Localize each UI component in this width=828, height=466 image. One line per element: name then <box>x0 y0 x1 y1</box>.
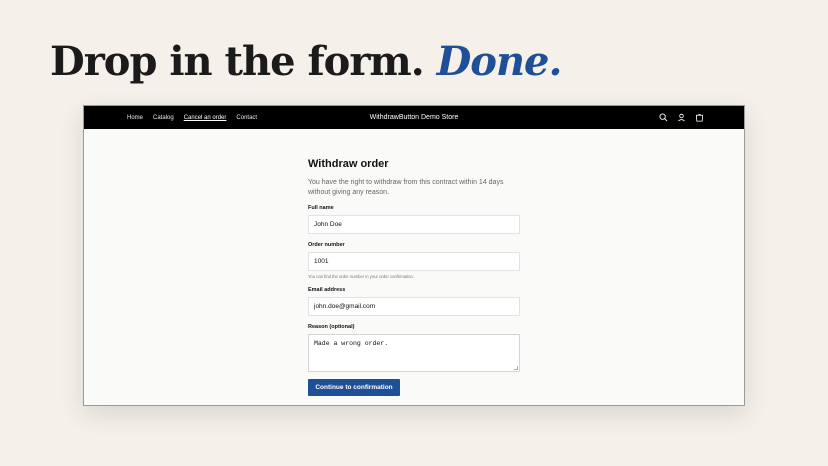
resize-handle-icon[interactable] <box>514 366 518 370</box>
email-label: Email address <box>308 287 346 293</box>
store-title[interactable]: WithdrawButton Demo Store <box>84 106 744 129</box>
full-name-input[interactable]: John Doe <box>308 215 520 234</box>
form-title: Withdraw order <box>308 158 389 170</box>
email-input[interactable]: john.doe@gmail.com <box>308 297 520 316</box>
withdraw-form: Withdraw order You have the right to wit… <box>308 158 522 396</box>
headline-main: Drop in the form. <box>50 38 437 85</box>
header-icons <box>659 106 704 129</box>
order-number-input[interactable]: 1001 <box>308 252 520 271</box>
form-intro: You have the right to withdraw from this… <box>308 179 504 196</box>
store-window: Home Catalog Cancel an order Contact Wit… <box>83 105 745 406</box>
search-icon[interactable] <box>659 113 668 122</box>
order-number-help: You can find the order number in your or… <box>308 274 414 279</box>
cart-icon[interactable] <box>695 113 704 122</box>
store-header: Home Catalog Cancel an order Contact Wit… <box>84 106 744 129</box>
continue-button[interactable]: Continue to confirmation <box>308 379 400 396</box>
full-name-label: Full name <box>308 205 334 211</box>
reason-textarea[interactable]: Made a wrong order. <box>308 334 520 372</box>
reason-text: Made a wrong order. <box>314 340 389 347</box>
headline: Drop in the form. Done. <box>50 38 563 85</box>
reason-label: Reason (optional) <box>308 324 355 330</box>
headline-accent: Done. <box>436 38 563 85</box>
order-number-label: Order number <box>308 242 345 248</box>
account-icon[interactable] <box>677 113 686 122</box>
